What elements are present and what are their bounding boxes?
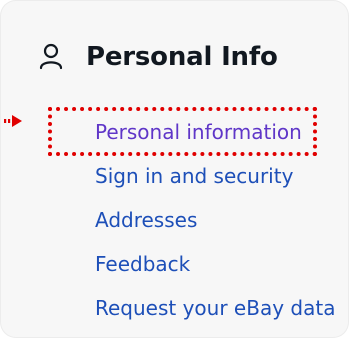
nav-item-feedback: Feedback [95, 248, 335, 292]
nav-item-personal-information: Personal information [95, 116, 335, 160]
personal-information-link[interactable]: Personal information [95, 116, 335, 160]
section-header: Personal Info [36, 42, 278, 72]
nav-item-addresses: Addresses [95, 204, 335, 248]
user-icon [36, 42, 66, 72]
sign-in-security-link[interactable]: Sign in and security [95, 160, 335, 204]
feedback-link[interactable]: Feedback [95, 248, 335, 292]
personal-info-panel: Personal Info Personal information Sign … [0, 0, 349, 338]
personal-info-nav: Personal information Sign in and securit… [95, 116, 335, 336]
nav-item-sign-in-security: Sign in and security [95, 160, 335, 204]
nav-item-request-data: Request your eBay data [95, 292, 335, 336]
section-title: Personal Info [86, 42, 278, 72]
request-ebay-data-link[interactable]: Request your eBay data [95, 292, 335, 336]
addresses-link[interactable]: Addresses [95, 204, 335, 248]
